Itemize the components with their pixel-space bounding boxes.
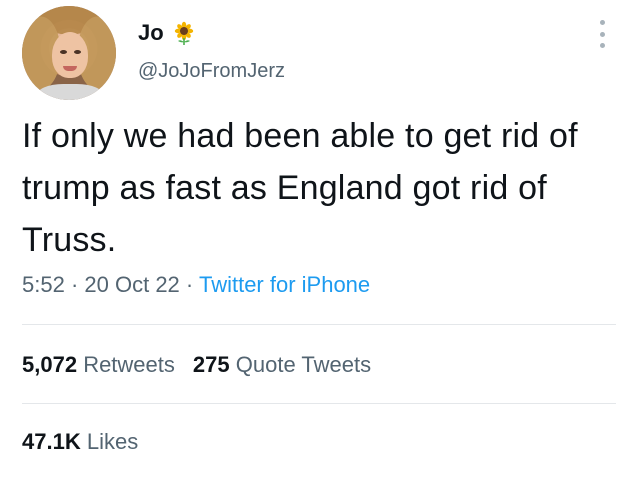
tweet-source-link[interactable]: Twitter for iPhone [199,272,370,297]
author-name-row[interactable]: Jo [138,20,196,46]
sunflower-icon [174,21,193,45]
more-options-icon[interactable] [592,20,612,48]
likes-stats: 47.1K Likes [22,429,138,455]
tweet-meta: 5:52 · 20 Oct 22 · Twitter for iPhone [22,272,370,298]
retweets-count: 5,072 [22,352,78,377]
quote-tweets-label: Quote Tweets [235,352,372,377]
tweet-time[interactable]: 5:52 [22,272,65,297]
engagement-stats: 5,072 Retweets 275 Quote Tweets [22,352,371,378]
avatar-eye-left [60,50,67,54]
avatar[interactable] [22,6,116,100]
tweet-date[interactable]: 20 Oct 22 [84,272,179,297]
quote-tweets-count: 275 [192,352,230,377]
avatar-face [52,32,88,78]
meta-separator: · [185,272,194,297]
retweets-label: Retweets [83,352,175,377]
retweets-stat[interactable]: 5,072 Retweets [22,352,175,377]
likes-count: 47.1K [22,429,81,454]
likes-stat[interactable]: 47.1K Likes [22,429,138,454]
tweet-text: If only we had been able to get rid of t… [22,117,578,259]
divider [22,324,616,325]
more-dot [599,20,605,25]
author-handle[interactable]: @JoJoFromJerz [138,60,285,83]
avatar-eye-right [74,50,81,54]
divider [22,403,616,404]
more-dot [599,43,605,48]
quote-tweets-stat[interactable]: 275 Quote Tweets [193,352,371,377]
avatar-shirt [36,84,104,100]
meta-separator: · [70,272,79,297]
more-dot [599,31,605,37]
likes-label: Likes [86,429,139,454]
author-name[interactable]: Jo [138,20,164,46]
